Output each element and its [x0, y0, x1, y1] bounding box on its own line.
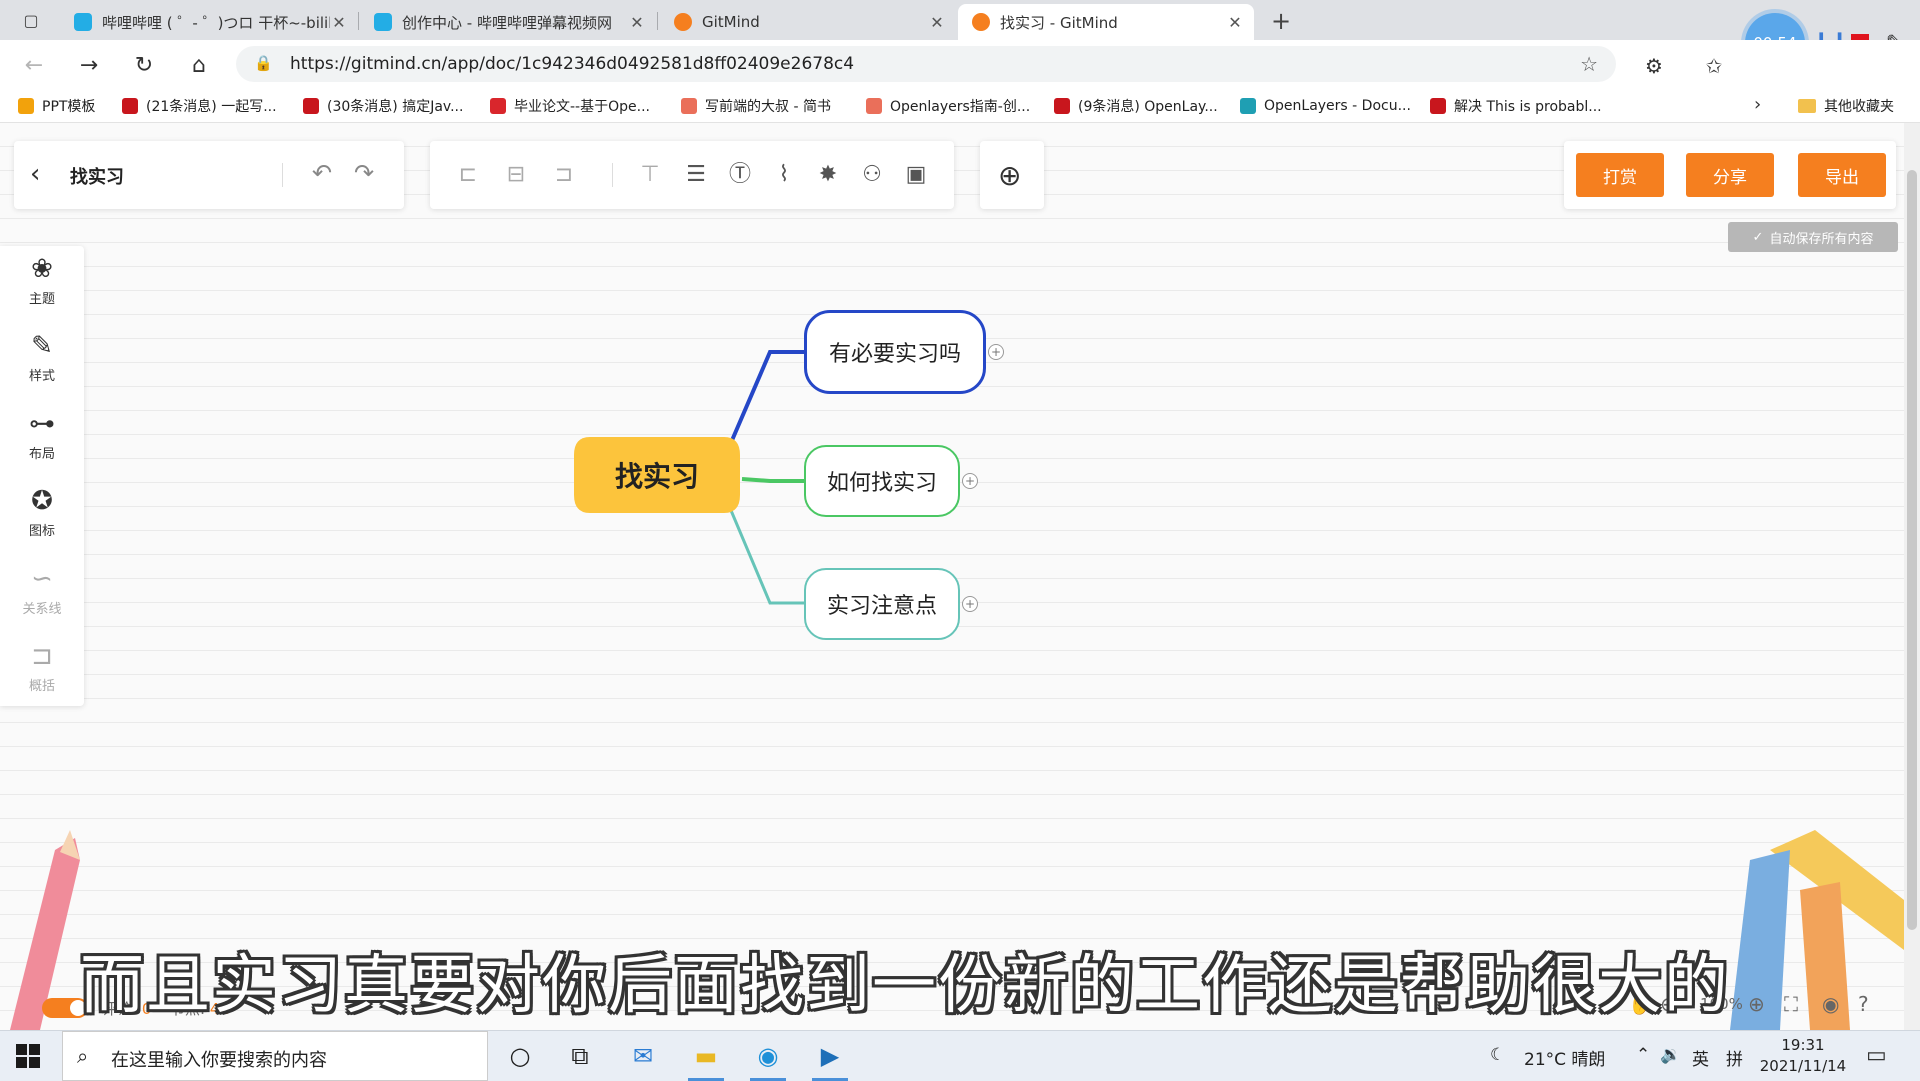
- task-view-icon[interactable]: ⧉: [562, 1040, 598, 1072]
- expand-node-icon[interactable]: +: [988, 344, 1004, 360]
- video-subtitle: 而且实习真要对你后面找到一份新的工作还是帮助很大的: [80, 949, 1730, 1023]
- zoom-in-icon[interactable]: ⊕: [1748, 992, 1765, 1016]
- edge-browser-icon[interactable]: ◉: [750, 1040, 786, 1081]
- child-node-how-to-find[interactable]: 如何找实习: [804, 445, 960, 517]
- mail-icon[interactable]: ✉: [625, 1040, 661, 1072]
- weather-icon[interactable]: ☾: [1490, 1045, 1505, 1065]
- root-node[interactable]: 找实习: [572, 435, 742, 515]
- connector-line: [728, 350, 804, 446]
- system-clock[interactable]: 19:31 2021/11/14: [1758, 1035, 1848, 1077]
- file-explorer-icon[interactable]: ▬: [688, 1040, 724, 1081]
- ime-mode[interactable]: 拼: [1726, 1045, 1743, 1070]
- connector-line: [741, 477, 804, 483]
- ime-language[interactable]: 英: [1692, 1045, 1709, 1070]
- taskbar: ⌕ 在这里输入你要搜索的内容 ○ ⧉ ✉ ▬ ◉ ▶ ☾ 21°C 晴朗 ⌃ 🔉…: [0, 1030, 1920, 1081]
- windows-start-icon[interactable]: [16, 1044, 40, 1068]
- expand-node-icon[interactable]: +: [962, 473, 978, 489]
- scrollbar-thumb[interactable]: [1907, 170, 1917, 930]
- volume-icon[interactable]: 🔉: [1660, 1045, 1681, 1065]
- cortana-icon[interactable]: ○: [502, 1040, 538, 1072]
- child-node-notes[interactable]: 实习注意点: [804, 568, 960, 640]
- mindmap-connectors: [728, 350, 804, 605]
- taskbar-search-input[interactable]: ⌕ 在这里输入你要搜索的内容: [62, 1031, 488, 1081]
- chevron-up-icon[interactable]: ⌃: [1636, 1045, 1650, 1065]
- search-icon: ⌕: [77, 1044, 89, 1068]
- help-icon[interactable]: ?: [1858, 992, 1869, 1016]
- fullscreen-icon[interactable]: ⛶: [1784, 992, 1798, 1016]
- screen-recorder-icon[interactable]: ▶: [812, 1040, 848, 1081]
- notification-icon[interactable]: ▭: [1866, 1043, 1887, 1068]
- weather-text[interactable]: 21°C 晴朗: [1524, 1045, 1605, 1070]
- child-node-necessary[interactable]: 有必要实习吗: [804, 310, 986, 394]
- expand-node-icon[interactable]: +: [962, 596, 978, 612]
- connector-line: [728, 507, 804, 605]
- eye-icon[interactable]: ◉: [1822, 992, 1839, 1016]
